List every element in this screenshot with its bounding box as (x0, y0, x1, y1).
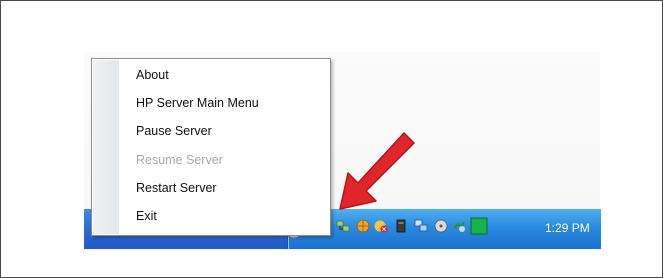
taskbar-clock[interactable]: 1:29 PM (545, 221, 590, 235)
menu-icon-strip (93, 60, 119, 234)
menu-item-restart-server[interactable]: Restart Server (136, 181, 217, 195)
menu-item-about[interactable]: About (136, 68, 169, 82)
globe-icon[interactable] (356, 219, 370, 233)
monitor-icon[interactable] (414, 219, 428, 233)
cd-icon[interactable] (434, 219, 448, 233)
menu-item-hp-server-main-menu[interactable]: HP Server Main Menu (136, 96, 259, 110)
security-alert-icon[interactable] (374, 219, 388, 233)
network-icon[interactable] (336, 219, 350, 233)
menu-item-resume-server: Resume Server (136, 153, 223, 167)
menu-item-exit[interactable]: Exit (136, 209, 157, 223)
update-icon[interactable] (452, 219, 466, 233)
tray-context-menu: About HP Server Main Menu Pause Server R… (91, 58, 331, 236)
device-icon[interactable] (394, 219, 408, 233)
green-status-icon[interactable] (470, 217, 488, 235)
red-pointer-arrow-icon (339, 132, 415, 210)
menu-item-pause-server[interactable]: Pause Server (136, 124, 212, 138)
